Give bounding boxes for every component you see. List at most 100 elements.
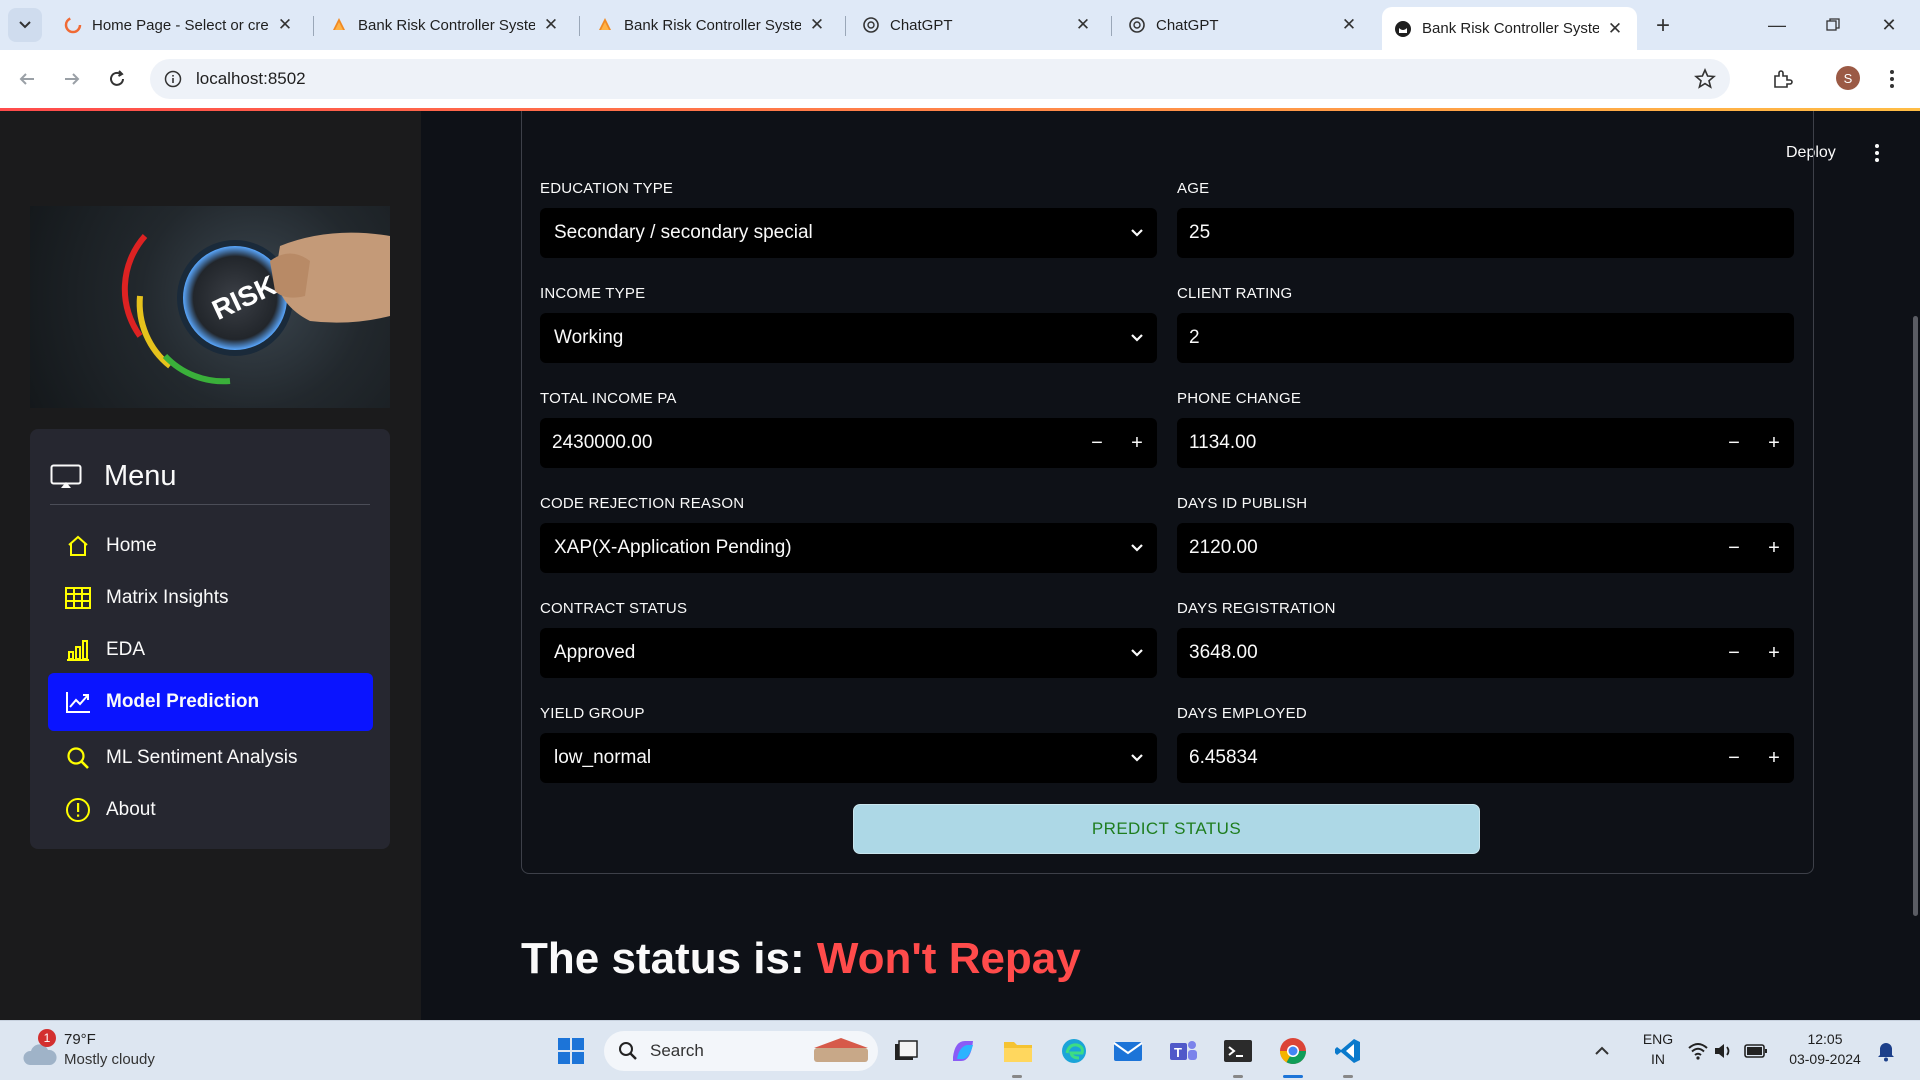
days-registration-input[interactable]: 3648.00 − + [1177,628,1794,678]
contract-status-select[interactable]: Approved [540,628,1157,678]
tab-bank-risk-active[interactable]: Bank Risk Controller System ✕ [1382,7,1637,50]
menu-item-eda[interactable]: EDA [48,627,373,673]
running-indicator [1343,1075,1353,1078]
profile-avatar[interactable]: S [1836,66,1860,90]
url-text: localhost:8502 [196,69,306,88]
edge-icon[interactable] [1056,1033,1092,1069]
close-icon[interactable]: ✕ [541,15,561,35]
mail-icon[interactable] [1110,1033,1146,1069]
total-income-input[interactable]: 2430000.00 − + [540,418,1157,468]
increment-button[interactable]: + [1117,418,1157,468]
decrement-button[interactable]: − [1714,523,1754,573]
extensions-icon[interactable] [1767,64,1797,94]
browser-tab-bar: Home Page - Select or create ✕ Bank Risk… [0,0,1920,50]
volume-icon[interactable] [1706,1033,1742,1069]
terminal-icon[interactable] [1220,1033,1256,1069]
language-region: IN [1651,1051,1665,1067]
phone-change-input[interactable]: 1134.00 − + [1177,418,1794,468]
chevron-down-icon [1117,523,1157,573]
file-explorer-icon[interactable] [1000,1033,1036,1069]
yield-group-select[interactable]: low_normal [540,733,1157,783]
clock-time[interactable]: 12:05 [1780,1031,1870,1047]
minimize-icon[interactable]: — [1754,10,1800,40]
weather-temp: 79°F [64,1031,96,1048]
close-icon[interactable]: ✕ [1073,15,1093,35]
tab-bank-risk-1[interactable]: Bank Risk Controller System ✕ [318,8,573,42]
decrement-button[interactable]: − [1077,418,1117,468]
code-rejection-label: CODE REJECTION REASON [540,495,745,512]
menu-item-label: Model Prediction [106,691,260,712]
search-icon [619,1042,637,1060]
battery-icon[interactable] [1738,1033,1774,1069]
tab-home-page[interactable]: Home Page - Select or create ✕ [52,8,307,42]
restore-icon[interactable] [1810,10,1856,40]
client-rating-input[interactable]: 2 [1177,313,1794,363]
taskbar-search[interactable]: Search [604,1031,878,1071]
app-menu-icon[interactable] [1867,141,1887,165]
risk-hero-image: RISK [30,206,390,408]
close-icon[interactable]: ✕ [275,15,295,35]
reload-icon[interactable] [102,64,132,94]
tab-title: Bank Risk Controller System [358,16,535,34]
search-highlight-image [814,1038,868,1062]
url-bar[interactable]: localhost:8502 [150,59,1730,99]
weather-widget[interactable]: 1 79°F Mostly cloudy [18,1029,178,1073]
close-icon[interactable]: ✕ [1605,19,1625,39]
tab-chatgpt-1[interactable]: ChatGPT ✕ [850,8,1105,42]
days-id-publish-input[interactable]: 2120.00 − + [1177,523,1794,573]
menu-item-home[interactable]: Home [48,523,373,569]
close-icon[interactable]: ✕ [1339,15,1359,35]
decrement-button[interactable]: − [1714,733,1754,783]
increment-button[interactable]: + [1754,418,1794,468]
teams-icon[interactable]: T [1165,1033,1201,1069]
vscode-icon[interactable] [1330,1033,1366,1069]
client-rating-label: CLIENT RATING [1177,285,1293,302]
notification-bell-icon[interactable] [1868,1033,1904,1069]
decrement-button[interactable]: − [1714,628,1754,678]
input-value: 2 [1189,327,1200,348]
days-employed-label: DAYS EMPLOYED [1177,705,1307,722]
running-indicator [1233,1075,1243,1078]
tab-chatgpt-2[interactable]: ChatGPT ✕ [1116,8,1371,42]
task-view-icon[interactable] [888,1033,924,1069]
copilot-icon[interactable] [945,1033,981,1069]
decrement-button[interactable]: − [1714,418,1754,468]
tab-separator [845,16,846,36]
menu-item-ml-sentiment-analysis[interactable]: ML Sentiment Analysis [48,735,373,781]
windows-start-icon[interactable] [553,1033,589,1069]
age-input[interactable]: 25 [1177,208,1794,258]
increment-button[interactable]: + [1754,523,1794,573]
close-icon[interactable]: ✕ [807,15,827,35]
house-icon [64,532,92,560]
menu-item-about[interactable]: About [48,787,373,833]
tab-separator [579,16,580,36]
increment-button[interactable]: + [1754,733,1794,783]
chatgpt-icon [1129,17,1145,33]
forward-icon[interactable] [57,64,87,94]
predict-status-button[interactable]: PREDICT STATUS [853,804,1480,854]
total-income-label: TOTAL INCOME PA [540,390,677,407]
tab-title: Home Page - Select or create [92,16,269,34]
increment-button[interactable]: + [1754,628,1794,678]
site-info-icon[interactable] [164,70,182,88]
chevron-up-icon[interactable] [1584,1033,1620,1069]
back-icon[interactable] [12,64,42,94]
select-value: low_normal [554,747,652,768]
education-type-select[interactable]: Secondary / secondary special [540,208,1157,258]
bookmark-star-icon[interactable] [1694,68,1716,90]
new-tab-button[interactable]: + [1649,12,1677,40]
tab-title: ChatGPT [1156,16,1219,34]
income-type-select[interactable]: Working [540,313,1157,363]
menu-item-model-prediction[interactable]: Model Prediction [48,673,373,731]
menu-item-matrix-insights[interactable]: Matrix Insights [48,575,373,621]
tab-bank-risk-2[interactable]: Bank Risk Controller System ✕ [584,8,839,42]
language-indicator[interactable]: ENG [1636,1031,1680,1047]
chrome-menu-icon[interactable] [1882,64,1902,94]
window-close-icon[interactable]: ✕ [1866,10,1912,40]
days-employed-input[interactable]: 6.45834 − + [1177,733,1794,783]
code-rejection-select[interactable]: XAP(X-Application Pending) [540,523,1157,573]
scrollbar[interactable] [1913,316,1918,916]
tab-search-button[interactable] [8,8,42,42]
chrome-icon[interactable] [1275,1033,1311,1069]
tab-title: Bank Risk Controller System [624,16,801,34]
